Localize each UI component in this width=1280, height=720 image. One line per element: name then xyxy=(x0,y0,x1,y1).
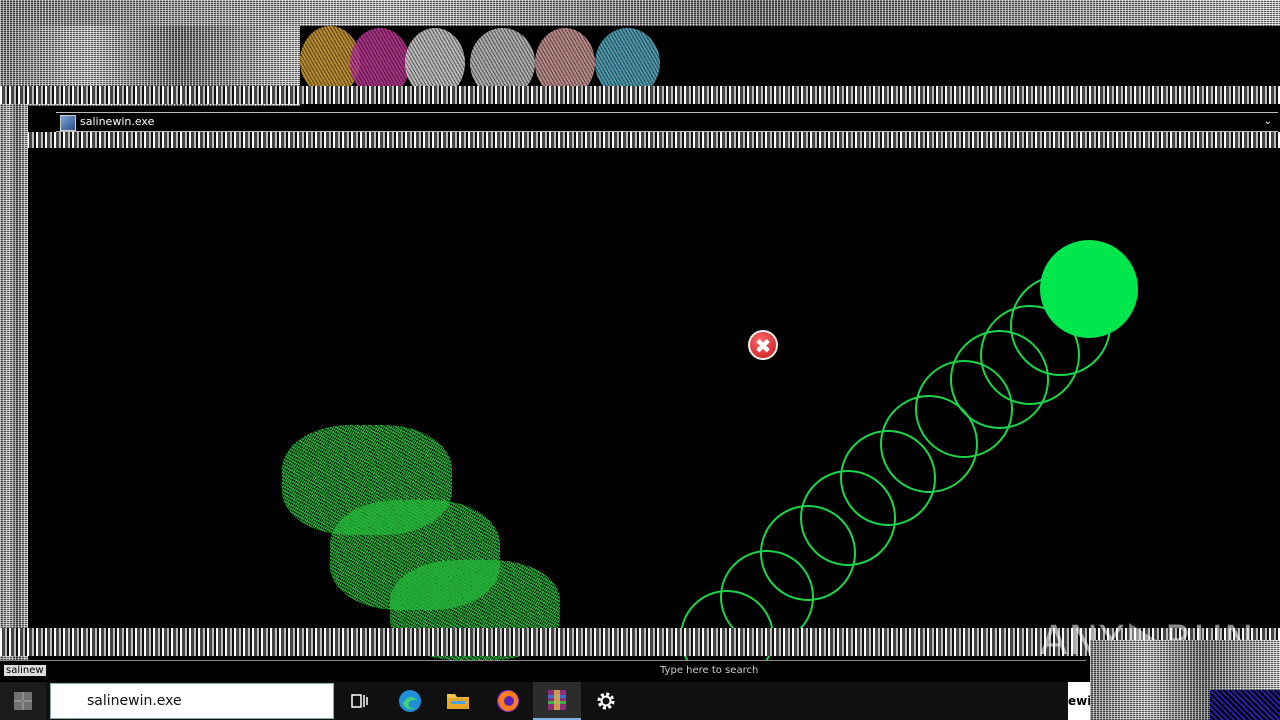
search-tooltip: Type here to search xyxy=(660,665,759,676)
windows-logo-icon xyxy=(14,692,32,710)
corrupted-left-edge xyxy=(0,104,28,660)
corrupted-blob xyxy=(30,155,152,247)
winrar-button[interactable] xyxy=(533,682,581,720)
settings-button[interactable] xyxy=(582,682,630,720)
start-button[interactable] xyxy=(0,682,46,720)
corrupted-corner-blue xyxy=(1210,690,1280,720)
glitch-stripe xyxy=(0,86,1280,104)
task-view-icon xyxy=(351,694,368,708)
folder-icon xyxy=(447,694,469,709)
search-input[interactable] xyxy=(87,690,327,712)
corrupted-blob xyxy=(537,150,719,248)
firefox-button[interactable] xyxy=(484,682,532,720)
glitch-stripe xyxy=(0,132,1280,148)
tray-fragment: ewi xyxy=(1068,682,1090,720)
corrupted-header-dark xyxy=(660,26,1280,86)
corrupted-blob xyxy=(366,150,524,248)
corrupted-blob xyxy=(286,155,354,247)
green-ball xyxy=(1040,240,1138,338)
hint-left-text: salinew xyxy=(4,665,46,676)
corrupted-blob xyxy=(284,525,379,605)
edge-button[interactable] xyxy=(386,682,434,720)
app-icon xyxy=(60,115,76,131)
corrupted-blob xyxy=(282,420,402,460)
taskbar xyxy=(0,682,1086,720)
task-view-button[interactable] xyxy=(336,682,384,720)
chevron-down-icon[interactable]: ⌄ xyxy=(1264,113,1272,131)
gear-icon xyxy=(597,692,615,710)
window-title: salinewin.exe xyxy=(80,115,155,128)
taskbar-search-box[interactable] xyxy=(50,683,334,719)
error-icon: ✖ xyxy=(748,330,778,360)
file-explorer-button[interactable] xyxy=(434,682,482,720)
winrar-icon xyxy=(548,690,566,710)
window-title-bar[interactable]: salinewin.exe ⌄ xyxy=(56,112,1278,132)
firefox-icon xyxy=(497,690,519,712)
edge-icon xyxy=(399,690,421,712)
hint-bar: salinew Type here to search xyxy=(0,660,1086,683)
corrupted-top-band xyxy=(0,0,1280,26)
